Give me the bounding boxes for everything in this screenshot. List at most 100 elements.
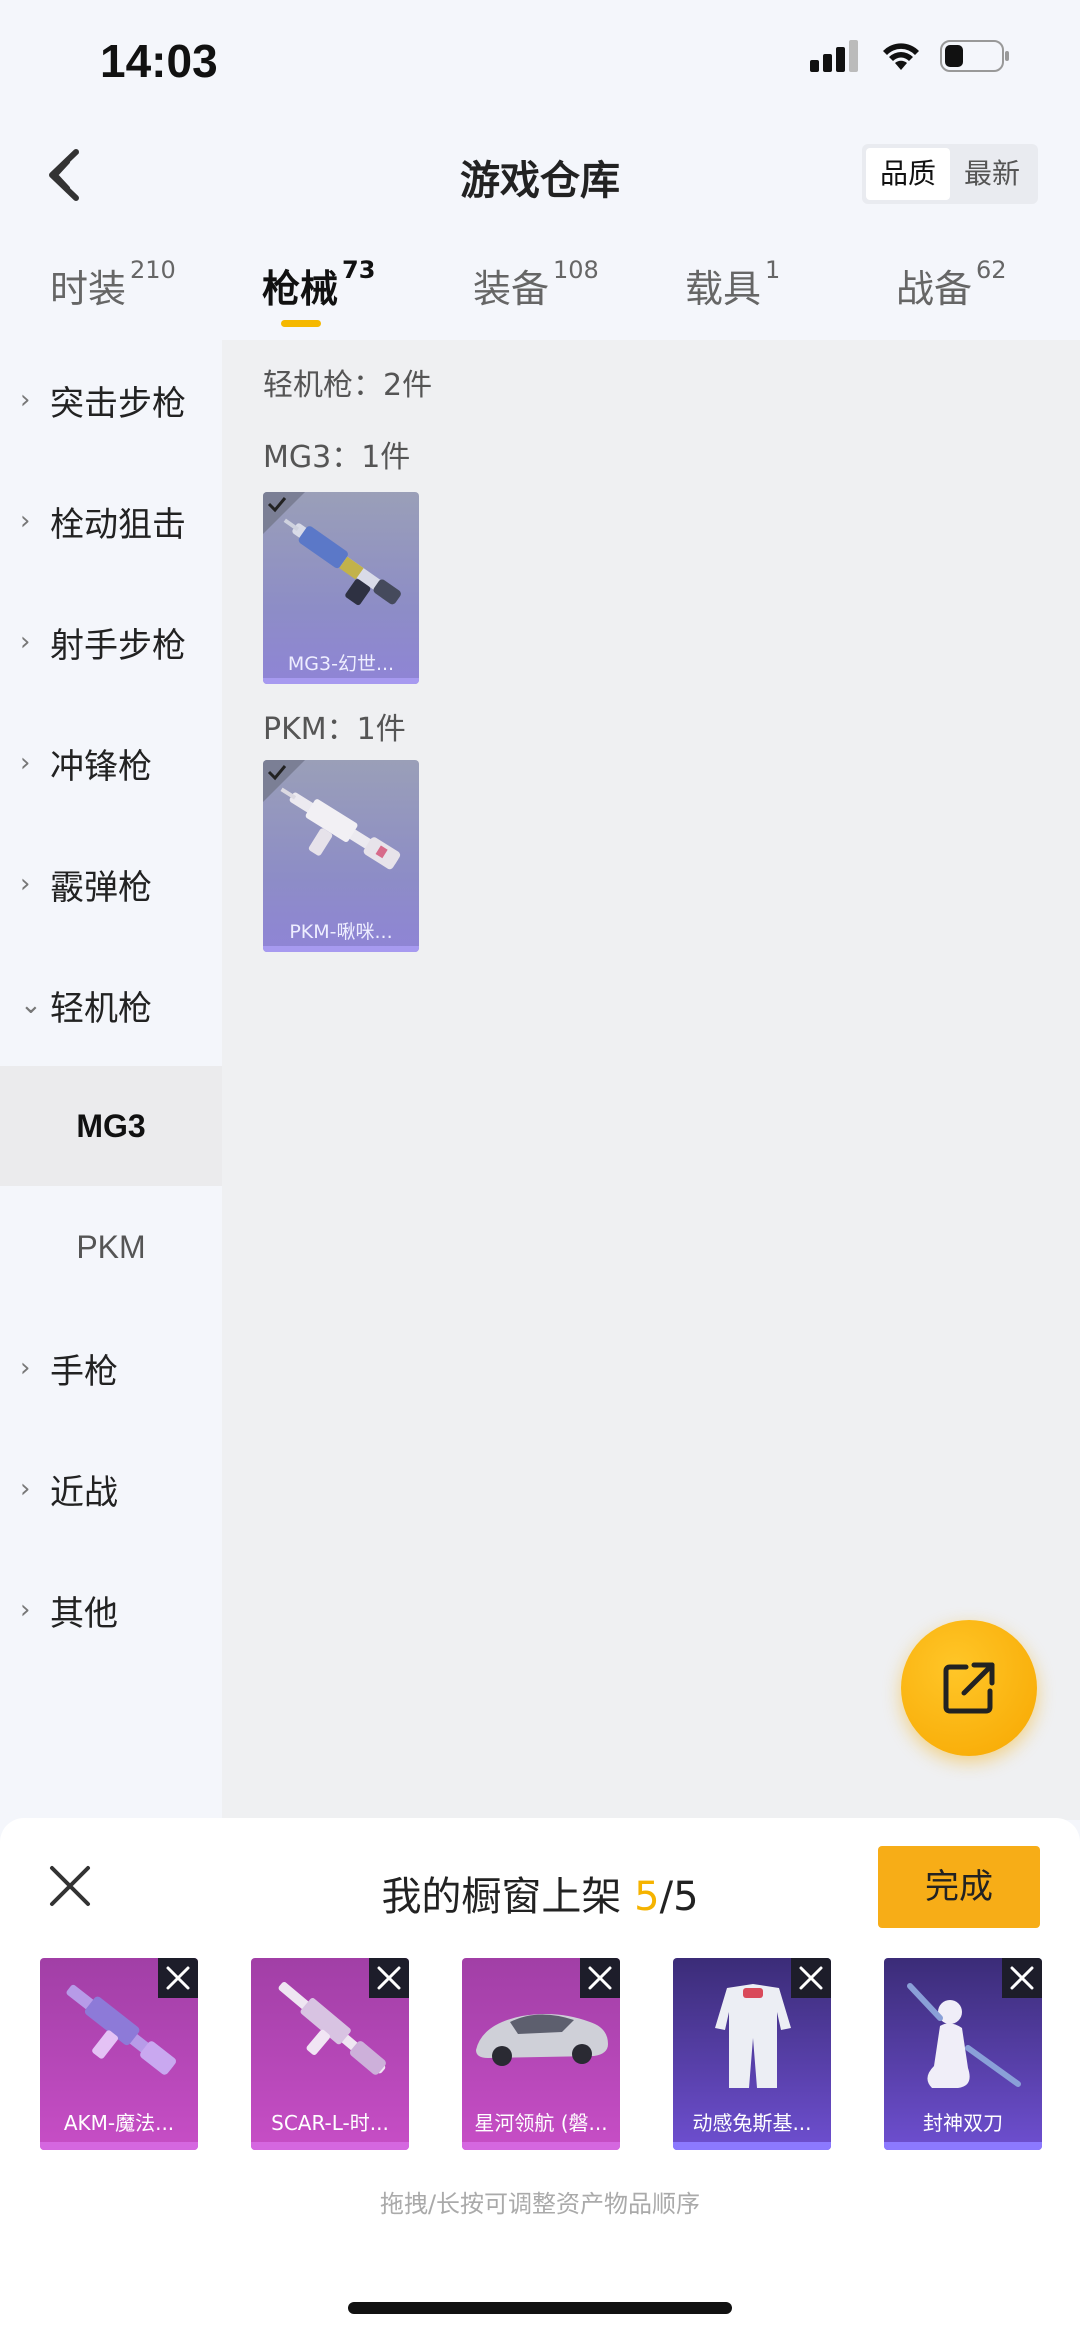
sidebar-item-label: 手枪 bbox=[50, 1351, 118, 1392]
share-icon bbox=[943, 1662, 995, 1714]
status-time: 14:03 bbox=[100, 35, 218, 87]
tab-fashion[interactable]: 时装 210 bbox=[50, 256, 176, 313]
item-card-name: PKM-啾咪... bbox=[289, 921, 393, 943]
sidebar-item-pistol[interactable]: › 手枪 bbox=[0, 1308, 222, 1428]
showcase-item-name: AKM-魔法... bbox=[63, 2111, 175, 2135]
tab-firearms[interactable]: 枪械 73 bbox=[262, 256, 376, 313]
remove-item-button[interactable] bbox=[580, 1958, 620, 1998]
showcase-item-name: 星河领航 (磐... bbox=[474, 2111, 608, 2135]
rarity-bar bbox=[251, 2142, 409, 2150]
sidebar-subitem-pkm[interactable]: PKM bbox=[0, 1187, 222, 1307]
chevron-right-icon: › bbox=[20, 1474, 31, 1504]
done-button[interactable]: 完成 bbox=[878, 1846, 1040, 1928]
rarity-bar bbox=[884, 2142, 1042, 2150]
sidebar-item-label: 其他 bbox=[50, 1593, 118, 1634]
active-tab-indicator bbox=[281, 320, 321, 327]
tab-label: 装备 bbox=[473, 267, 550, 311]
mg3-weapon-image bbox=[283, 518, 401, 606]
item-card-pkm[interactable]: PKM-啾咪... bbox=[263, 760, 419, 952]
group-label-pkm: PKM：1件 bbox=[263, 712, 406, 747]
tab-vehicles[interactable]: 载具 1 bbox=[685, 256, 781, 313]
signal-icon bbox=[810, 40, 858, 72]
showcase-item-akm[interactable]: AKM-魔法... bbox=[40, 1958, 198, 2150]
sidebar-item-melee[interactable]: › 近战 bbox=[0, 1429, 222, 1549]
tab-count: 108 bbox=[553, 256, 599, 284]
remove-item-button[interactable] bbox=[791, 1958, 831, 1998]
tab-label: 战备 bbox=[896, 267, 973, 311]
showcase-item-name: 封神双刀 bbox=[923, 2111, 1003, 2135]
showcase-item-name: SCAR-L-时... bbox=[271, 2111, 389, 2135]
item-list-panel: 轻机枪：2件 MG3：1件 MG3-幻世... PKM：1件 PKM-啾咪... bbox=[222, 340, 1080, 1820]
item-card-mg3[interactable]: MG3-幻世... bbox=[263, 492, 419, 684]
showcase-item-scar-l[interactable]: SCAR-L-时... bbox=[251, 1958, 409, 2150]
group-label-mg3: MG3：1件 bbox=[263, 440, 411, 475]
remove-icon bbox=[166, 1966, 190, 1990]
tab-supplies[interactable]: 战备 62 bbox=[896, 256, 1007, 313]
sidebar-subitem-mg3[interactable]: MG3 bbox=[0, 1066, 222, 1186]
remove-icon bbox=[1010, 1966, 1034, 1990]
sidebar-item-smg[interactable]: › 冲锋枪 bbox=[0, 703, 222, 823]
rarity-bar bbox=[40, 2142, 198, 2150]
sort-option-quality[interactable]: 品质 bbox=[865, 148, 950, 200]
sidebar-item-label: 栓动狙击 bbox=[50, 504, 186, 545]
sidebar-item-assault-rifle[interactable]: › 突击步枪 bbox=[0, 340, 222, 460]
showcase-title-text: 我的橱窗上架 bbox=[381, 1874, 635, 1920]
status-icons bbox=[810, 40, 1010, 72]
showcase-item-emote[interactable]: 封神双刀 bbox=[884, 1958, 1042, 2150]
remove-icon bbox=[377, 1966, 401, 1990]
rarity-bar bbox=[462, 2142, 620, 2150]
pkm-weapon-image bbox=[280, 787, 401, 870]
chevron-down-icon: ⌄ bbox=[20, 990, 42, 1020]
battery-icon bbox=[940, 40, 1009, 72]
tab-label: 载具 bbox=[685, 267, 762, 311]
remove-item-button[interactable] bbox=[158, 1958, 198, 1998]
category-count-label: 轻机枪：2件 bbox=[263, 368, 433, 403]
remove-item-button[interactable] bbox=[1002, 1958, 1042, 1998]
tab-count: 62 bbox=[976, 256, 1007, 284]
sidebar-item-other[interactable]: › 其他 bbox=[0, 1550, 222, 1670]
showcase-count-total: /5 bbox=[659, 1874, 699, 1920]
share-button[interactable] bbox=[901, 1620, 1037, 1756]
remove-icon bbox=[799, 1966, 823, 1990]
sidebar-item-label: 冲锋枪 bbox=[50, 746, 152, 787]
remove-item-button[interactable] bbox=[369, 1958, 409, 1998]
chevron-right-icon: › bbox=[20, 627, 31, 657]
sidebar-item-label: 轻机枪 bbox=[50, 988, 152, 1029]
home-indicator[interactable] bbox=[348, 2302, 732, 2314]
rarity-bar bbox=[673, 2142, 831, 2150]
chevron-right-icon: › bbox=[20, 385, 31, 415]
tab-equipment[interactable]: 装备 108 bbox=[473, 256, 599, 313]
item-card-name: MG3-幻世... bbox=[287, 653, 395, 675]
tab-label: 枪械 bbox=[262, 267, 339, 311]
showcase-count-current: 5 bbox=[634, 1874, 660, 1920]
rarity-bar bbox=[263, 678, 419, 684]
sidebar-item-lmg[interactable]: ⌄ 轻机枪 bbox=[0, 945, 222, 1065]
remove-icon bbox=[588, 1966, 612, 1990]
sidebar-item-label: 射手步枪 bbox=[50, 625, 186, 666]
sidebar-item-marksman-rifle[interactable]: › 射手步枪 bbox=[0, 582, 222, 702]
sidebar-item-label: 突击步枪 bbox=[50, 383, 186, 424]
chevron-right-icon: › bbox=[20, 1595, 31, 1625]
tab-count: 1 bbox=[765, 256, 781, 284]
showcase-item-vehicle[interactable]: 星河领航 (磐... bbox=[462, 1958, 620, 2150]
tab-count: 73 bbox=[342, 256, 376, 284]
sidebar-item-label: 霰弹枪 bbox=[50, 867, 152, 908]
showcase-item-outfit[interactable]: 动感兔斯基... bbox=[673, 1958, 831, 2150]
tab-count: 210 bbox=[130, 256, 176, 284]
tab-label: 时装 bbox=[50, 267, 127, 311]
wifi-icon bbox=[883, 43, 919, 70]
chevron-right-icon: › bbox=[20, 869, 31, 899]
category-tabs: 时装 210 枪械 73 装备 108 载具 1 战备 62 bbox=[0, 256, 1080, 338]
chevron-right-icon: › bbox=[20, 506, 31, 536]
sort-toggle[interactable]: 品质 最新 bbox=[861, 144, 1038, 204]
reorder-hint: 拖拽/长按可调整资产物品顺序 bbox=[379, 2190, 701, 2218]
showcase-item-name: 动感兔斯基... bbox=[692, 2111, 812, 2135]
chevron-right-icon: › bbox=[20, 748, 31, 778]
sidebar: › 突击步枪 › 栓动狙击 › 射手步枪 › 冲锋枪 › 霰弹枪 ⌄ 轻机枪 MG3 PKM… bbox=[0, 340, 222, 1820]
sort-option-newest[interactable]: 最新 bbox=[950, 148, 1034, 200]
sidebar-item-shotgun[interactable]: › 霰弹枪 bbox=[0, 824, 222, 944]
chevron-right-icon: › bbox=[20, 1353, 31, 1383]
sidebar-item-bolt-sniper[interactable]: › 栓动狙击 bbox=[0, 461, 222, 581]
rarity-bar bbox=[263, 946, 419, 952]
sidebar-item-label: 近战 bbox=[50, 1472, 118, 1513]
